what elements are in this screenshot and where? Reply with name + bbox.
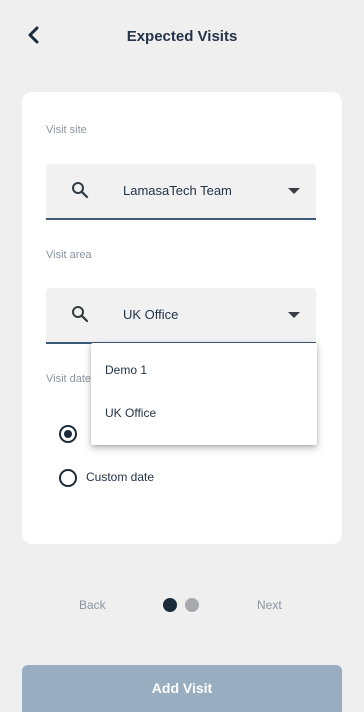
caret-down-icon [288, 312, 300, 318]
add-visit-button[interactable]: Add Visit [22, 665, 342, 712]
app-header: Expected Visits [0, 0, 364, 75]
caret-down-icon [288, 188, 300, 194]
search-icon [72, 182, 89, 199]
dropdown-option-label: UK Office [105, 406, 157, 420]
page-title: Expected Visits [126, 28, 238, 45]
radio-button-checked[interactable] [59, 425, 77, 443]
visit-area-label: Visit area [46, 249, 92, 261]
page-dot-inactive [185, 598, 199, 612]
radio-button[interactable] [59, 469, 77, 487]
dropdown-option-demo-1[interactable]: Demo 1 [91, 351, 317, 391]
dropdown-option-label: Demo 1 [105, 363, 148, 377]
search-icon [72, 306, 89, 323]
pager: Back Next [0, 590, 364, 620]
visit-date-label: Visit date [46, 373, 92, 385]
visit-site-label: Visit site [46, 124, 87, 136]
visit-form-card: Visit site LamasaTech Team Visit area UK… [22, 92, 342, 544]
visit-area-dropdown: Demo 1 UK Office [91, 343, 317, 445]
page-dot-active [163, 598, 177, 612]
back-button[interactable]: Back [79, 598, 106, 612]
visit-site-value: LamasaTech Team [123, 183, 232, 198]
visit-area-select[interactable]: UK Office [46, 288, 316, 344]
next-button[interactable]: Next [257, 598, 282, 612]
visit-site-select[interactable]: LamasaTech Team [46, 164, 316, 220]
visit-area-value: UK Office [123, 307, 179, 322]
radio-label-custom-date: Custom date [86, 470, 155, 484]
dropdown-option-uk-office[interactable]: UK Office [91, 394, 317, 434]
